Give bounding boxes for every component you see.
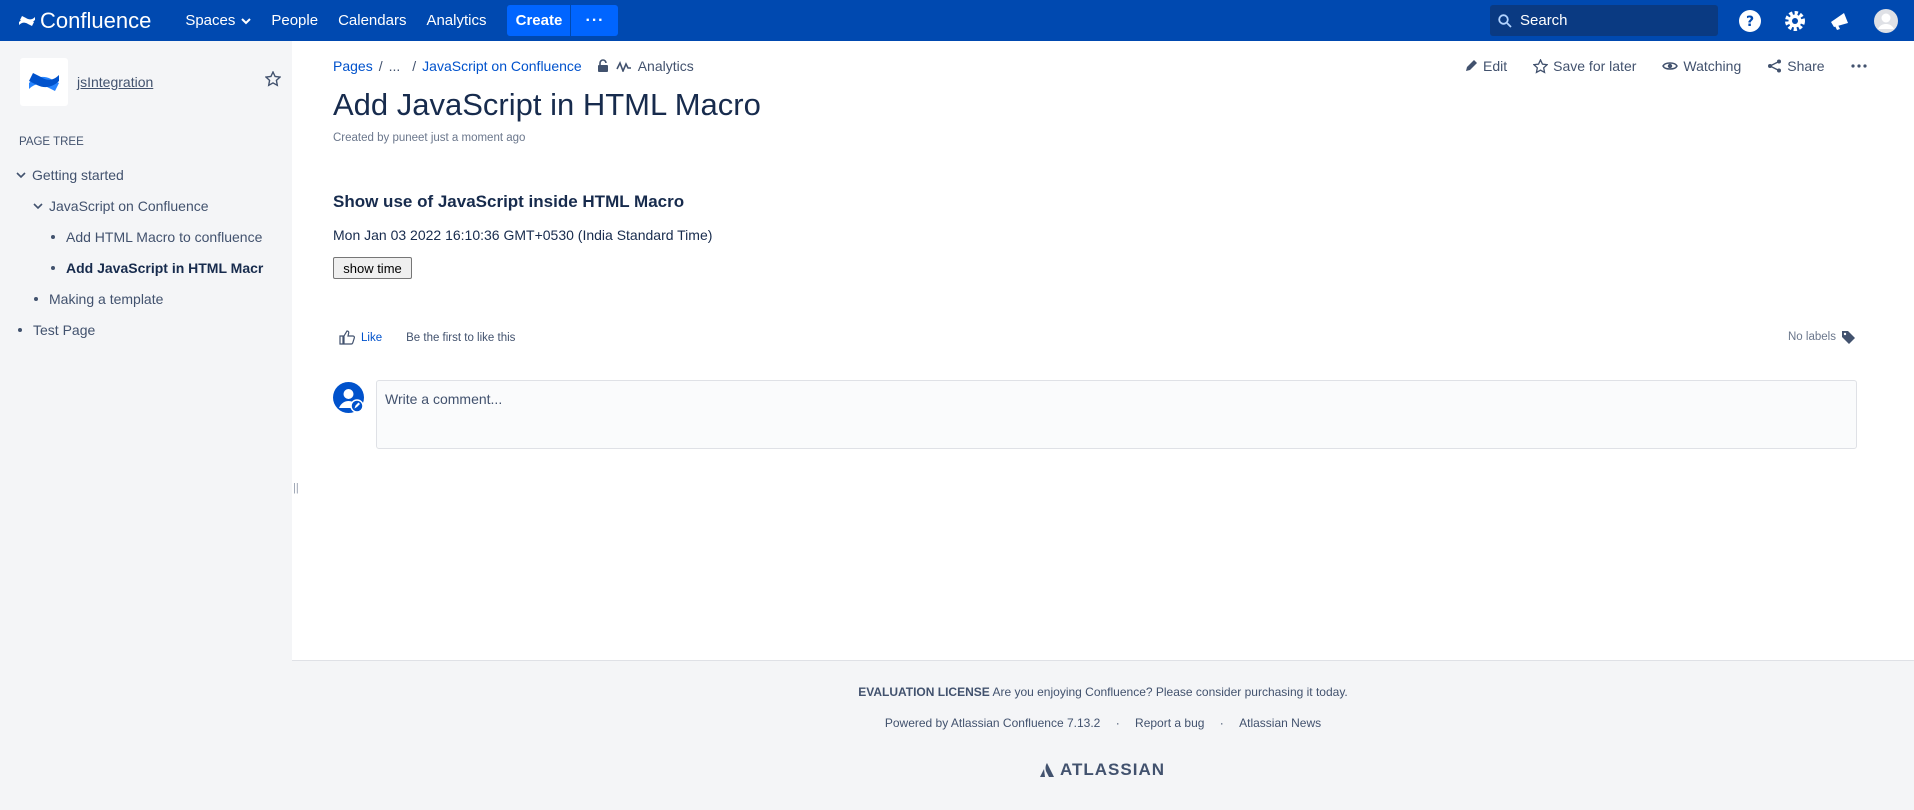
space-name-link[interactable]: jsIntegration	[77, 74, 153, 90]
tree-item-label: JavaScript on Confluence	[49, 198, 209, 214]
labels-area[interactable]: No labels	[1788, 330, 1856, 344]
show-time-button[interactable]: show time	[333, 257, 412, 279]
edit-button[interactable]: Edit	[1464, 58, 1507, 74]
tree-item-add-html-macro[interactable]: Add HTML Macro to confluence	[51, 229, 262, 245]
breadcrumb-separator: /	[378, 58, 383, 74]
nav-spaces[interactable]: Spaces	[185, 12, 252, 29]
nav-calendars[interactable]: Calendars	[338, 12, 406, 29]
space-logo[interactable]	[20, 58, 68, 106]
share-icon	[1768, 59, 1782, 73]
atlassian-logo[interactable]: ATLASSIAN	[1039, 760, 1165, 780]
like-button[interactable]: Like	[339, 330, 382, 345]
thumbs-up-icon	[339, 330, 355, 345]
sidebar: jsIntegration PAGE TREE Getting started …	[0, 41, 292, 810]
bullet-icon	[18, 328, 22, 332]
bullet-icon	[34, 297, 38, 301]
pencil-icon	[1466, 60, 1477, 71]
comment-input[interactable]: Write a comment...	[376, 380, 1857, 449]
footer-dot: ·	[1115, 716, 1120, 730]
footer-links: Powered by Atlassian Confluence 7.13.2 ·…	[292, 716, 1914, 730]
like-label: Like	[361, 331, 383, 344]
save-for-later-label: Save for later	[1553, 58, 1637, 74]
breadcrumb-pages[interactable]: Pages	[333, 58, 373, 74]
nav-people[interactable]: People	[271, 12, 318, 29]
atlassian-news-link[interactable]: Atlassian News	[1239, 716, 1321, 730]
footer: EVALUATION LICENSE Are you enjoying Conf…	[292, 660, 1914, 810]
watching-button[interactable]: Watching	[1662, 58, 1741, 74]
notifications-megaphone-icon[interactable]	[1827, 8, 1853, 34]
bullet-icon	[51, 266, 55, 270]
report-bug-link[interactable]: Report a bug	[1135, 716, 1204, 730]
nav-analytics[interactable]: Analytics	[426, 12, 486, 29]
chevron-down-icon	[241, 17, 252, 24]
create-more-button[interactable]: ···	[571, 5, 619, 36]
confluence-logo-icon	[19, 15, 35, 26]
breadcrumb: Pages / ... / JavaScript on Confluence A…	[333, 58, 694, 74]
top-navigation-bar: Confluence Spaces People Calendars Analy…	[0, 0, 1914, 41]
footer-dot: ·	[1219, 716, 1224, 730]
atlassian-logo-icon	[1040, 763, 1054, 777]
time-output: Mon Jan 03 2022 16:10:36 GMT+0530 (India…	[333, 227, 713, 243]
help-icon[interactable]: ?	[1737, 8, 1763, 34]
commenter-avatar	[333, 382, 364, 413]
license-notice: EVALUATION LICENSE Are you enjoying Conf…	[292, 685, 1914, 699]
eye-icon	[1662, 62, 1679, 70]
product-name: Confluence	[40, 7, 152, 33]
save-for-later-button[interactable]: Save for later	[1533, 58, 1636, 74]
license-text: Are you enjoying Confluence? Please cons…	[992, 685, 1348, 699]
search-icon	[1498, 13, 1512, 28]
bullet-icon	[51, 235, 55, 239]
more-actions-button[interactable]	[1850, 64, 1872, 68]
tree-item-label: Test Page	[33, 322, 96, 338]
search-placeholder: Search	[1520, 12, 1568, 29]
analytics-link[interactable]: Analytics	[615, 58, 694, 74]
page-actions: Edit Save for later Watching Share	[1464, 58, 1872, 74]
tree-item-label: Getting started	[32, 167, 124, 183]
confluence-space-icon	[29, 73, 59, 91]
chevron-down-icon[interactable]	[16, 170, 26, 180]
share-button[interactable]: Share	[1767, 58, 1825, 74]
edit-label: Edit	[1483, 58, 1508, 74]
tag-icon	[1841, 331, 1855, 344]
analytics-label: Analytics	[637, 58, 694, 74]
user-avatar-icon[interactable]	[1873, 8, 1899, 34]
page-title: Add JavaScript in HTML Macro	[333, 87, 761, 122]
star-icon	[1533, 58, 1549, 74]
content-heading: Show use of JavaScript inside HTML Macro	[333, 192, 685, 211]
breadcrumb-separator: /	[412, 58, 417, 74]
powered-by-link[interactable]: Powered by Atlassian Confluence 7.13.2	[885, 716, 1100, 730]
watching-label: Watching	[1683, 58, 1742, 74]
create-button[interactable]: Create	[507, 5, 571, 36]
no-labels-text: No labels	[1788, 331, 1836, 343]
tree-item-add-javascript-current[interactable]: Add JavaScript in HTML Macr	[51, 260, 263, 276]
share-label: Share	[1787, 58, 1825, 74]
tree-item-javascript-on-confluence[interactable]: JavaScript on Confluence	[33, 198, 209, 214]
sidebar-resize-handle[interactable]: ||	[293, 482, 299, 494]
tree-item-label: Making a template	[49, 291, 164, 307]
more-horizontal-icon	[1850, 64, 1867, 68]
unlock-icon[interactable]	[596, 59, 610, 73]
atlassian-brand: ATLASSIAN	[1060, 760, 1166, 779]
nav-spaces-label: Spaces	[185, 12, 236, 29]
tree-item-label: Add JavaScript in HTML Macr	[66, 260, 264, 276]
tree-item-label: Add HTML Macro to confluence	[66, 229, 263, 245]
tree-item-getting-started[interactable]: Getting started	[16, 167, 124, 183]
tree-item-test-page[interactable]: Test Page	[18, 322, 95, 338]
like-prompt: Be the first to like this	[406, 331, 516, 344]
license-label: EVALUATION LICENSE	[858, 685, 990, 699]
like-row: Like Be the first to like this	[333, 330, 515, 345]
settings-gear-icon[interactable]	[1782, 8, 1808, 34]
page-byline: Created by puneet just a moment ago	[333, 132, 526, 144]
breadcrumb-ellipsis[interactable]: ...	[389, 58, 401, 74]
search-input[interactable]: Search	[1490, 5, 1718, 36]
chevron-down-icon[interactable]	[33, 201, 43, 211]
tree-item-making-a-template[interactable]: Making a template	[34, 291, 163, 307]
star-icon[interactable]	[265, 71, 281, 87]
confluence-logo[interactable]: Confluence	[18, 8, 151, 34]
page-tree-heading: PAGE TREE	[19, 136, 84, 148]
user-avatar-icon	[339, 389, 364, 413]
breadcrumb-parent[interactable]: JavaScript on Confluence	[422, 58, 582, 74]
svg-text:?: ?	[1746, 14, 1754, 30]
analytics-icon	[615, 61, 631, 72]
